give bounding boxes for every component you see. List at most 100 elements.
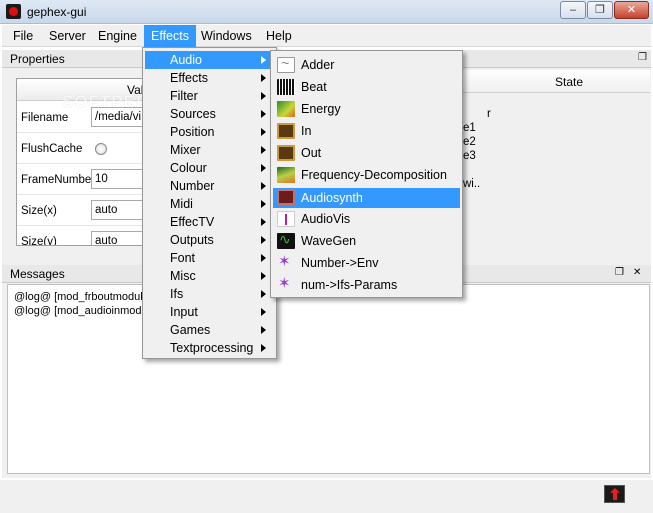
menu-item-label: WaveGen (301, 234, 357, 248)
menu-bar: File Server Engine Effects Windows Help (2, 25, 651, 47)
messages-float-icon[interactable]: ❐ (615, 267, 624, 279)
menu-item-label: Font (170, 251, 196, 265)
property-row: Size(y) auto (17, 227, 143, 246)
messages-title: Messages (10, 267, 65, 281)
effects-menu-mixer[interactable]: Mixer (145, 141, 274, 159)
menu-item-label: Games (170, 323, 211, 337)
audio-menu-audiovis[interactable]: AudioVis (273, 210, 460, 228)
effects-menu: Audio Effects Filter Sources Position Mi… (142, 47, 277, 359)
menu-engine[interactable]: Engine (91, 25, 144, 47)
engine-status-icon[interactable] (604, 485, 625, 503)
submenu-arrow-icon (261, 254, 266, 262)
effects-menu-outputs[interactable]: Outputs (145, 231, 274, 249)
audio-menu-beat[interactable]: Beat (273, 78, 460, 96)
menu-item-label: Energy (301, 102, 341, 116)
menu-item-label: Filter (170, 89, 198, 103)
submenu-arrow-icon (261, 74, 266, 82)
property-value-input[interactable]: auto (91, 231, 143, 245)
submenu-arrow-icon (261, 92, 266, 100)
menu-item-label: Audiosynth (301, 191, 363, 205)
submenu-arrow-icon (261, 200, 266, 208)
minimize-button[interactable]: – (560, 1, 586, 19)
property-value-input[interactable]: auto (91, 200, 143, 220)
adder-icon (277, 54, 295, 73)
property-value-input[interactable]: 10 (91, 169, 143, 189)
menu-item-label: Out (301, 146, 322, 160)
beat-icon (277, 79, 295, 95)
messages-close-icon[interactable]: ✕ (633, 267, 641, 279)
audio-menu-in[interactable]: In (273, 122, 460, 140)
properties-title: Properties (10, 52, 65, 66)
property-label: FlushCache (21, 143, 83, 155)
log-line: @log@ [mod_audioinmodul (14, 305, 151, 317)
menu-item-label: In (301, 124, 312, 138)
audio-menu-frequency-decomposition[interactable]: Frequency-Decomposition (273, 166, 460, 184)
submenu-arrow-icon (261, 308, 266, 316)
menu-item-label: Effects (170, 71, 208, 85)
submenu-arrow-icon (261, 272, 266, 280)
menu-item-label: Ifs (170, 287, 184, 301)
messages-log[interactable]: @log@ [mod_frboutmodule] @log@ [mod_audi… (7, 284, 650, 474)
menu-effects[interactable]: Effects (144, 25, 196, 47)
effects-menu-midi[interactable]: Midi (145, 195, 274, 213)
menu-item-label: Input (170, 305, 198, 319)
submenu-arrow-icon (261, 182, 266, 190)
property-label: Size(x) (21, 205, 57, 217)
property-row: FrameNumber 10 (17, 165, 143, 195)
menu-item-label: Frequency-Decomposition (301, 168, 447, 182)
effects-menu-sources[interactable]: Sources (145, 105, 274, 123)
effects-menu-effects[interactable]: Effects (145, 69, 274, 87)
menu-file[interactable]: File (6, 25, 40, 47)
audio-menu-out[interactable]: Out (273, 144, 460, 162)
audio-menu-wavegen[interactable]: WaveGen (273, 230, 460, 250)
properties-float-icon[interactable]: ❐ (638, 52, 647, 64)
audio-menu-energy[interactable]: Energy (273, 100, 460, 118)
effects-menu-colour[interactable]: Colour (145, 159, 274, 177)
menu-item-label: Position (170, 125, 215, 139)
close-button[interactable]: ✕ (614, 1, 649, 19)
audiovis-icon (277, 211, 295, 227)
menu-server[interactable]: Server (42, 25, 93, 47)
effects-menu-position[interactable]: Position (145, 123, 274, 141)
flushcache-radio[interactable] (95, 143, 107, 155)
property-row: Size(x) auto (17, 196, 143, 226)
frequency-icon (277, 167, 295, 183)
property-label: Filename (21, 112, 69, 124)
audio-menu-adder[interactable]: Adder (273, 54, 460, 74)
effects-menu-games[interactable]: Games (145, 321, 274, 339)
effects-menu-textprocessing[interactable]: Textprocessing (145, 339, 274, 357)
effects-menu-ifs[interactable]: Ifs (145, 285, 274, 303)
log-line: @log@ [mod_frboutmodule] (14, 291, 152, 303)
audiosynth-icon (277, 189, 295, 205)
audio-menu-audiosynth[interactable]: Audiosynth (273, 188, 460, 208)
submenu-arrow-icon (261, 128, 266, 136)
number-env-icon (277, 253, 295, 271)
audio-menu-num-ifs-params[interactable]: num->Ifs-Params (273, 275, 460, 294)
menu-item-label: Mixer (170, 143, 201, 157)
menu-windows[interactable]: Windows (194, 25, 259, 47)
submenu-arrow-icon (261, 344, 266, 352)
property-label: Size(y) (21, 236, 57, 246)
menu-item-label: AudioVis (301, 212, 351, 226)
effects-menu-filter[interactable]: Filter (145, 87, 274, 105)
effects-menu-input[interactable]: Input (145, 303, 274, 321)
effects-menu-font[interactable]: Font (145, 249, 274, 267)
effects-menu-effectv[interactable]: EffecTV (145, 213, 274, 231)
window-title: gephex-gui (27, 5, 87, 19)
submenu-arrow-icon (261, 164, 266, 172)
submenu-arrow-icon (261, 290, 266, 298)
graph-item-text: wi.. (463, 178, 481, 190)
effects-menu-misc[interactable]: Misc (145, 267, 274, 285)
in-icon (277, 123, 295, 139)
audio-submenu: Adder Beat Energy In Out Frequency-Decom… (270, 50, 463, 298)
menu-item-label: Textprocessing (170, 341, 254, 355)
effects-menu-audio[interactable]: Audio (145, 51, 274, 69)
effects-menu-number[interactable]: Number (145, 177, 274, 195)
audio-menu-number-env[interactable]: Number->Env (273, 253, 460, 272)
property-row: FlushCache (17, 134, 143, 164)
menu-help[interactable]: Help (259, 25, 299, 47)
maximize-button[interactable]: ❐ (587, 1, 613, 19)
state-column-header: State (555, 75, 584, 89)
menu-item-label: Outputs (170, 233, 214, 247)
menu-item-label: num->Ifs-Params (301, 278, 398, 292)
